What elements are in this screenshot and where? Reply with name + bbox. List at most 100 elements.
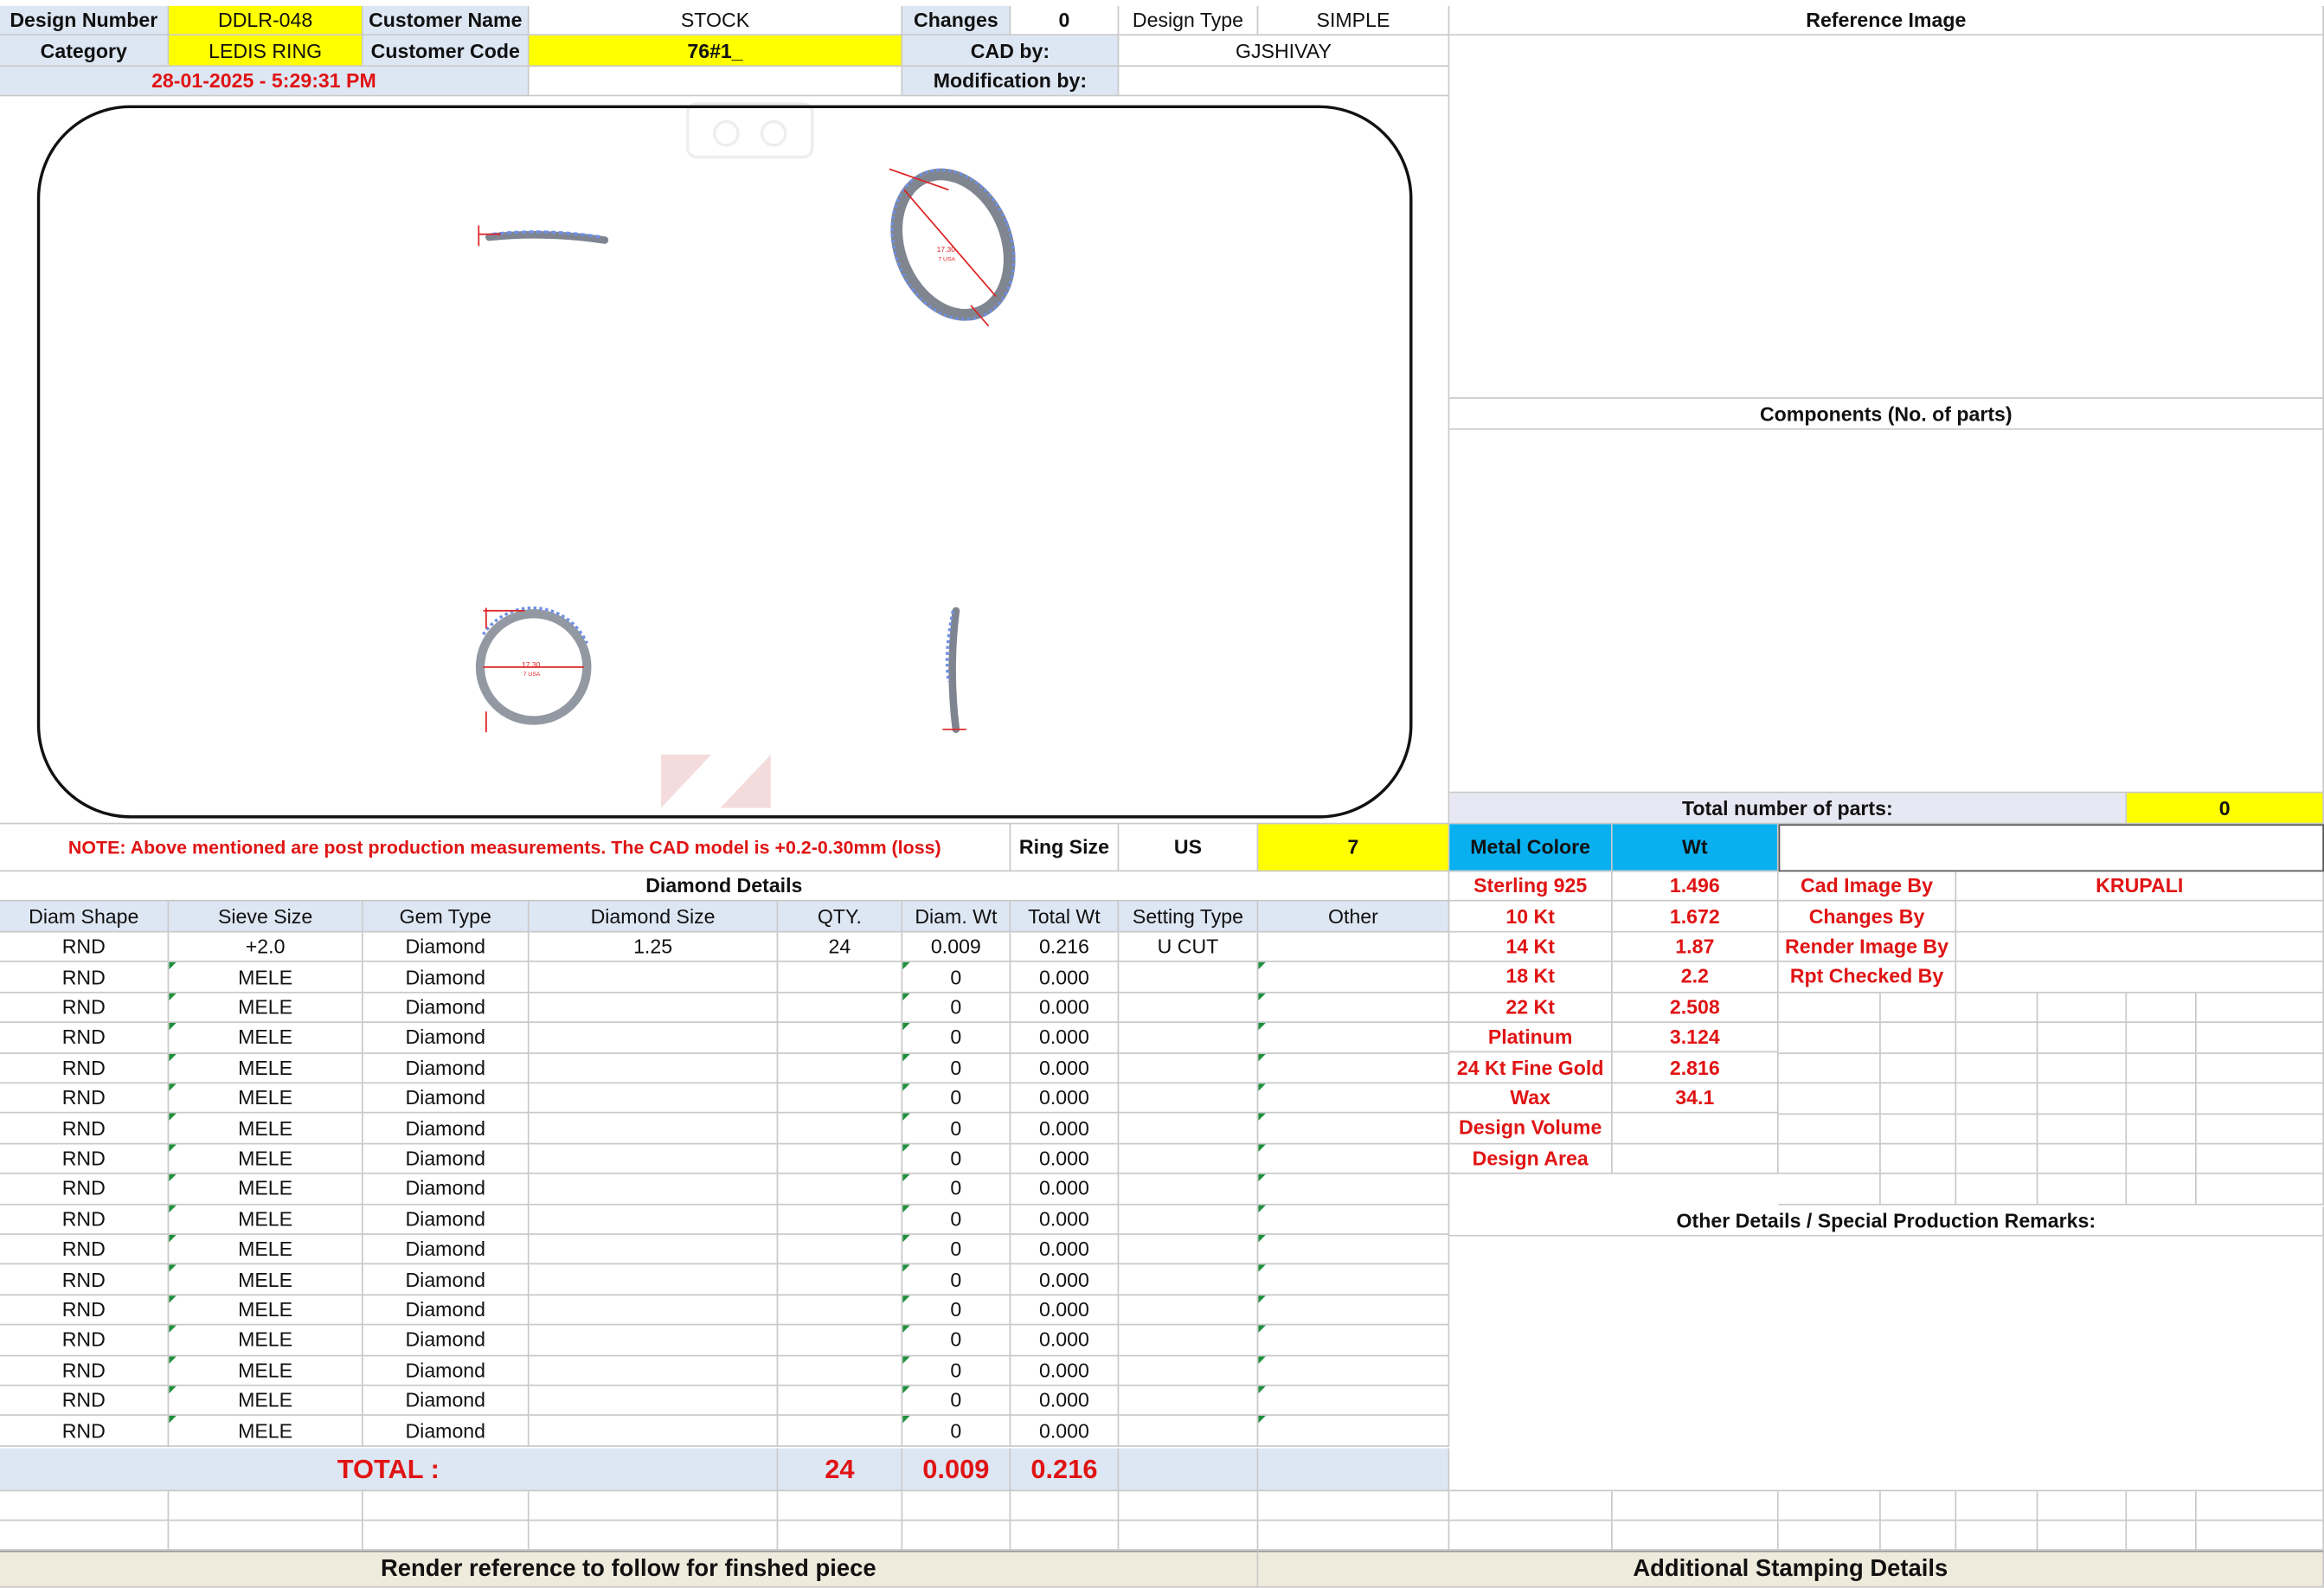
diamond-cell-diam-shape[interactable]: RND [0,993,170,1024]
diamond-cell-setting-type[interactable] [1119,1355,1259,1386]
grid-cell[interactable] [1956,1491,2038,1521]
diamond-cell-diam-wt[interactable]: 0 [902,1325,1011,1356]
grid-cell[interactable] [1880,1144,1957,1175]
diamond-cell-other[interactable] [1258,1023,1450,1054]
diamond-cell-other[interactable] [1258,1114,1450,1145]
diamond-cell-total-wt[interactable]: 0.000 [1011,993,1120,1024]
grid-cell[interactable] [169,1491,363,1521]
diamond-cell-setting-type[interactable] [1119,1204,1259,1235]
grid-cell[interactable] [529,1491,779,1521]
diamond-cell-qty[interactable] [778,1355,903,1386]
diamond-cell-setting-type[interactable]: U CUT [1119,932,1259,963]
diamond-cell-diamond-size[interactable] [529,1416,779,1447]
diamond-cell-diamond-size[interactable] [529,1385,779,1417]
grid-cell[interactable] [2127,1114,2197,1145]
diamond-cell-gem-type[interactable]: Diamond [363,1325,530,1356]
diamond-cell-diamond-size[interactable] [529,1114,779,1145]
grid-cell[interactable] [1956,1114,2038,1145]
diamond-cell-gem-type[interactable]: Diamond [363,1083,530,1115]
diamond-cell-setting-type[interactable] [1119,1053,1259,1084]
grid-cell[interactable] [1956,1053,2038,1084]
grid-cell[interactable] [1778,1144,1881,1175]
diamond-cell-qty[interactable] [778,993,903,1024]
grid-cell[interactable] [1880,1491,1957,1521]
grid-cell[interactable] [2038,1144,2128,1175]
diamond-cell-sieve-size[interactable]: MELE [169,1416,363,1447]
diamond-cell-diam-shape[interactable]: RND [0,962,170,993]
diamond-cell-diam-wt[interactable]: 0 [902,1234,1011,1265]
diamond-cell-diam-shape[interactable]: RND [0,1114,170,1145]
metal-weight[interactable] [1612,1143,1779,1174]
metal-weight[interactable]: 1.496 [1612,871,1779,903]
grid-cell[interactable] [1880,1053,1957,1084]
diamond-cell-other[interactable] [1258,1174,1450,1205]
diamond-cell-gem-type[interactable]: Diamond [363,1416,530,1447]
diamond-cell-diam-shape[interactable]: RND [0,932,170,963]
diamond-cell-total-wt[interactable]: 0.000 [1011,1355,1120,1386]
diamond-cell-sieve-size[interactable]: MELE [169,1355,363,1386]
diamond-cell-diamond-size[interactable] [529,993,779,1024]
diamond-cell-diam-shape[interactable]: RND [0,1355,170,1386]
changes-value[interactable]: 0 [1011,5,1120,36]
diamond-cell-gem-type[interactable]: Diamond [363,993,530,1024]
diamond-cell-diam-wt[interactable]: 0.009 [902,932,1011,963]
grid-cell[interactable] [1956,1520,2038,1551]
diamond-cell-total-wt[interactable]: 0.000 [1011,1295,1120,1326]
grid-cell[interactable] [2127,1023,2197,1054]
metal-weight[interactable]: 1.672 [1612,902,1779,933]
design-type-value[interactable]: SIMPLE [1258,5,1450,36]
diamond-cell-diam-wt[interactable]: 0 [902,1264,1011,1295]
diamond-cell-diam-wt[interactable]: 0 [902,1355,1011,1386]
credit-value[interactable] [1956,902,2324,933]
diamond-cell-diam-wt[interactable]: 0 [902,962,1011,993]
metal-weight[interactable]: 2.2 [1612,962,1779,993]
diamond-cell-gem-type[interactable]: Diamond [363,1114,530,1145]
diamond-cell-other[interactable] [1258,1295,1450,1326]
grid-cell[interactable] [2038,1174,2128,1205]
diamond-cell-qty[interactable] [778,1144,903,1175]
diamond-cell-diamond-size[interactable] [529,1053,779,1084]
diamond-cell-diamond-size[interactable] [529,1204,779,1235]
diamond-cell-diam-shape[interactable]: RND [0,1234,170,1265]
diamond-cell-qty[interactable] [778,1295,903,1326]
grid-cell[interactable] [902,1520,1011,1551]
grid-cell[interactable] [2038,1083,2128,1115]
grid-cell[interactable] [1880,1174,1957,1205]
diamond-cell-qty[interactable]: 24 [778,932,903,963]
grid-cell[interactable] [1119,1520,1259,1551]
grid-cell[interactable] [1011,1520,1120,1551]
diamond-cell-sieve-size[interactable]: MELE [169,1234,363,1265]
grid-cell[interactable] [2196,1114,2324,1145]
diamond-cell-total-wt[interactable]: 0.000 [1011,1053,1120,1084]
grid-cell[interactable] [1956,1083,2038,1115]
diamond-cell-setting-type[interactable] [1119,1234,1259,1265]
diamond-cell-qty[interactable] [778,1174,903,1205]
diamond-cell-setting-type[interactable] [1119,1144,1259,1175]
diamond-cell-total-wt[interactable]: 0.000 [1011,1204,1120,1235]
diamond-cell-qty[interactable] [778,1083,903,1115]
grid-cell[interactable] [1880,1083,1957,1115]
design-number-value[interactable]: DDLR-048 [169,5,363,36]
diamond-cell-diam-shape[interactable]: RND [0,1385,170,1417]
metal-weight[interactable]: 2.508 [1612,993,1779,1023]
diamond-cell-total-wt[interactable]: 0.000 [1011,1385,1120,1417]
grid-cell[interactable] [2038,1114,2128,1145]
diamond-cell-gem-type[interactable]: Diamond [363,1234,530,1265]
grid-cell[interactable] [1778,1114,1881,1145]
grid-cell[interactable] [2196,1174,2324,1205]
grid-cell[interactable] [1880,1114,1957,1145]
diamond-cell-diam-shape[interactable]: RND [0,1083,170,1115]
diamond-cell-total-wt[interactable]: 0.000 [1011,962,1120,993]
diamond-cell-diam-wt[interactable]: 0 [902,1385,1011,1417]
diamond-cell-diam-wt[interactable]: 0 [902,1144,1011,1175]
diamond-cell-diamond-size[interactable] [529,962,779,993]
diamond-cell-qty[interactable] [778,1023,903,1054]
diamond-cell-diam-wt[interactable]: 0 [902,1114,1011,1145]
grid-cell[interactable] [2196,1083,2324,1115]
diamond-cell-diamond-size[interactable] [529,1023,779,1054]
grid-cell[interactable] [1956,1174,2038,1205]
diamond-cell-gem-type[interactable]: Diamond [363,1174,530,1205]
metal-weight[interactable]: 1.87 [1612,932,1779,963]
grid-cell[interactable] [1956,993,2038,1024]
diamond-cell-total-wt[interactable]: 0.000 [1011,1264,1120,1295]
